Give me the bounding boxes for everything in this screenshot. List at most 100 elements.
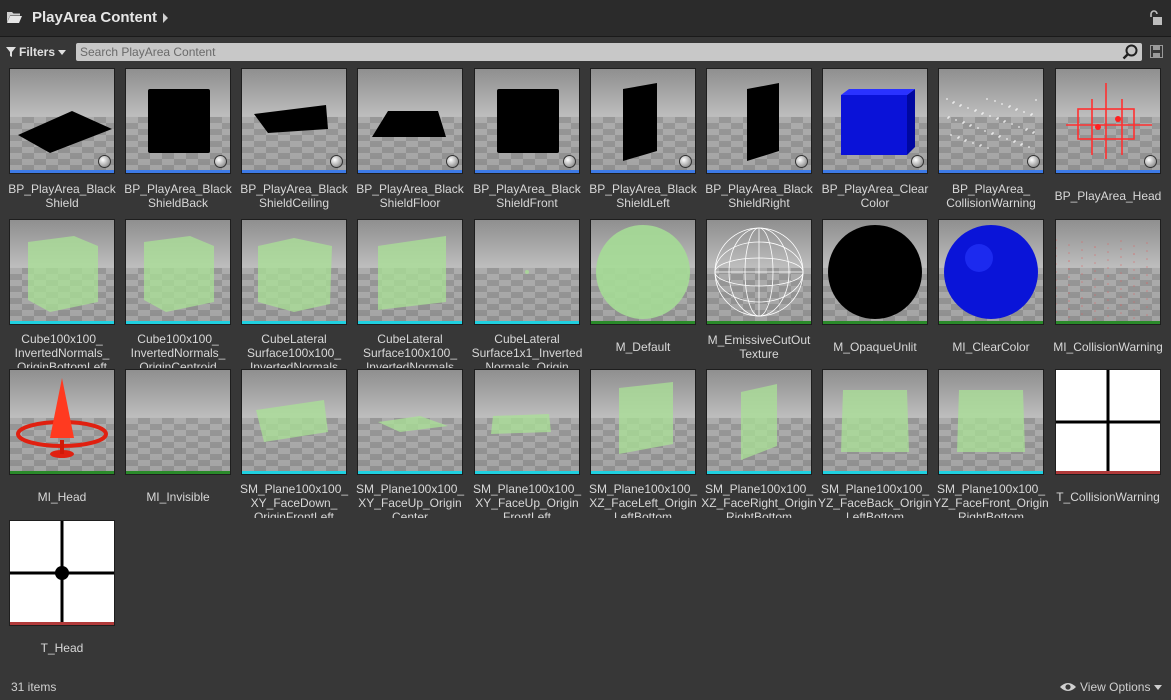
asset-label: BP_PlayArea_Head bbox=[1049, 175, 1167, 217]
asset-label-line: RightBottom bbox=[725, 510, 792, 518]
asset-type-stripe bbox=[1056, 471, 1160, 474]
asset-type-stripe bbox=[707, 170, 811, 173]
asset-type-stripe bbox=[358, 321, 462, 324]
asset-label-line: XY_FaceDown_ bbox=[250, 496, 338, 510]
path-arrow-icon[interactable] bbox=[163, 13, 168, 23]
asset-type-stripe bbox=[591, 321, 695, 324]
asset-label-line: YZ_FaceFront_Origin bbox=[933, 496, 1049, 510]
asset-label-line: ShieldBack bbox=[147, 196, 209, 210]
asset-label-line: CubeLateral bbox=[377, 332, 443, 346]
asset-label-line: SM_Plane100x100_ bbox=[355, 482, 465, 496]
asset-label-line: ShieldFloor bbox=[379, 196, 441, 210]
asset-label-line: BP_PlayArea_Head bbox=[1054, 189, 1162, 203]
asset-thumbnail bbox=[938, 68, 1044, 174]
filters-button[interactable]: Filters bbox=[6, 43, 67, 61]
asset-label-line: SM_Plane100x100_ bbox=[239, 482, 349, 496]
asset-label-line: BP_PlayArea_Black bbox=[473, 182, 581, 196]
asset-label-line: ShieldFront bbox=[496, 196, 558, 210]
asset-thumbnail bbox=[706, 219, 812, 325]
asset-label: M_Default bbox=[584, 326, 702, 368]
asset-label-line: SM_Plane100x100_ bbox=[472, 482, 582, 496]
asset-type-stripe bbox=[475, 170, 579, 173]
asset-thumbnail bbox=[474, 68, 580, 174]
asset-type-stripe bbox=[1056, 170, 1160, 173]
search-input[interactable] bbox=[76, 43, 1110, 61]
asset-type-stripe bbox=[10, 321, 114, 324]
asset-thumbnail bbox=[706, 68, 812, 174]
asset-thumbnail bbox=[474, 219, 580, 325]
asset-thumbnail bbox=[241, 369, 347, 475]
asset-type-stripe bbox=[591, 170, 695, 173]
asset-label: CubeLateral Surface100x100_ InvertedNormal… bbox=[351, 326, 469, 368]
asset-type-stripe bbox=[126, 321, 230, 324]
asset-type-stripe bbox=[475, 471, 579, 474]
chevron-down-icon bbox=[1154, 684, 1163, 690]
asset-label-line: MI_ClearColor bbox=[952, 340, 1030, 354]
asset-thumbnail bbox=[938, 369, 1044, 475]
search-icon[interactable] bbox=[1122, 44, 1138, 60]
asset-label-line: RightBottom bbox=[957, 510, 1024, 518]
asset-label-line: InvertedNormals bbox=[365, 360, 454, 368]
filters-label: Filters bbox=[19, 45, 56, 59]
asset-label-line: ShieldRight bbox=[728, 196, 790, 210]
asset-label: CubeLateral Surface1x1_Inverted Normals_Or… bbox=[468, 326, 586, 368]
asset-type-stripe bbox=[707, 471, 811, 474]
asset-label: SM_Plane100x100_ XY_FaceUp_Origin FrontLef… bbox=[468, 476, 586, 518]
asset-label-line: BP_PlayArea_Black bbox=[589, 182, 697, 196]
asset-label-line: XY_FaceUp_Origin bbox=[475, 496, 579, 510]
asset-label: BP_PlayArea_Black ShieldFront bbox=[468, 175, 586, 217]
asset-label-line: BP_PlayArea_Black bbox=[8, 182, 116, 196]
asset-label: Cube100x100_ InvertedNormals_ OriginBottom… bbox=[3, 326, 121, 368]
asset-label-line: LeftBottom bbox=[613, 510, 673, 518]
asset-type-stripe bbox=[939, 471, 1043, 474]
sphere-badge-icon bbox=[330, 155, 343, 168]
asset-thumbnail bbox=[590, 369, 696, 475]
asset-type-stripe bbox=[823, 321, 927, 324]
asset-thumbnail bbox=[125, 219, 231, 325]
asset-label: SM_Plane100x100_ XZ_FaceRight_Origin Right… bbox=[700, 476, 818, 518]
asset-thumbnail bbox=[125, 68, 231, 174]
asset-label-line: InvertedNormals_ bbox=[130, 346, 226, 360]
asset-label: BP_PlayArea_ CollisionWarning bbox=[932, 175, 1050, 217]
asset-type-stripe bbox=[10, 471, 114, 474]
asset-label-line: Cube100x100_ bbox=[21, 332, 103, 346]
asset-label-line: InvertedNormals bbox=[249, 360, 338, 368]
asset-type-stripe bbox=[242, 321, 346, 324]
sphere-badge-icon bbox=[1144, 155, 1157, 168]
sphere-badge-icon bbox=[1027, 155, 1040, 168]
asset-label-line: BP_PlayArea_Black bbox=[240, 182, 348, 196]
sphere-badge-icon bbox=[214, 155, 227, 168]
sphere-badge-icon bbox=[98, 155, 111, 168]
asset-label-line: Normals_Origin bbox=[485, 360, 569, 368]
asset-type-stripe bbox=[358, 170, 462, 173]
asset-label-line: YZ_FaceBack_Origin bbox=[817, 496, 933, 510]
asset-thumbnail bbox=[1055, 68, 1161, 174]
chevron-down-icon bbox=[58, 49, 67, 55]
asset-label: BP_PlayArea_Black ShieldFloor bbox=[351, 175, 469, 217]
asset-label: BP_PlayArea_Black ShieldBack bbox=[119, 175, 237, 217]
lock-icon[interactable] bbox=[1148, 10, 1162, 26]
asset-label: CubeLateral Surface100x100_ InvertedNormal… bbox=[235, 326, 353, 368]
asset-label-line: Surface100x100_ bbox=[246, 346, 342, 360]
asset-label: T_CollisionWarning bbox=[1049, 476, 1167, 518]
sphere-badge-icon bbox=[679, 155, 692, 168]
asset-thumbnail bbox=[590, 219, 696, 325]
asset-thumbnail bbox=[241, 68, 347, 174]
asset-thumbnail bbox=[1055, 219, 1161, 325]
asset-label-line: SM_Plane100x100_ bbox=[704, 482, 814, 496]
asset-type-stripe bbox=[126, 170, 230, 173]
view-options-button[interactable]: View Options bbox=[1060, 680, 1163, 694]
asset-label-line: Center bbox=[391, 510, 429, 518]
save-search-icon[interactable] bbox=[1150, 45, 1163, 58]
asset-label-line: Texture bbox=[739, 347, 779, 361]
asset-label: SM_Plane100x100_ XY_FaceDown_ OriginFrontL… bbox=[235, 476, 353, 518]
asset-label-line: BP_PlayArea_ bbox=[951, 182, 1031, 196]
asset-label-line: OriginBottomLeft bbox=[16, 360, 108, 368]
asset-label: SM_Plane100x100_ XY_FaceUp_Origin Center bbox=[351, 476, 469, 518]
asset-thumbnail bbox=[357, 369, 463, 475]
item-count: 31 items bbox=[11, 680, 57, 694]
asset-label-line: Surface100x100_ bbox=[362, 346, 458, 360]
asset-label-line: LeftBottom bbox=[845, 510, 904, 518]
asset-label-line: T_CollisionWarning bbox=[1056, 490, 1160, 504]
asset-label-line: BP_PlayArea_Black bbox=[124, 182, 232, 196]
